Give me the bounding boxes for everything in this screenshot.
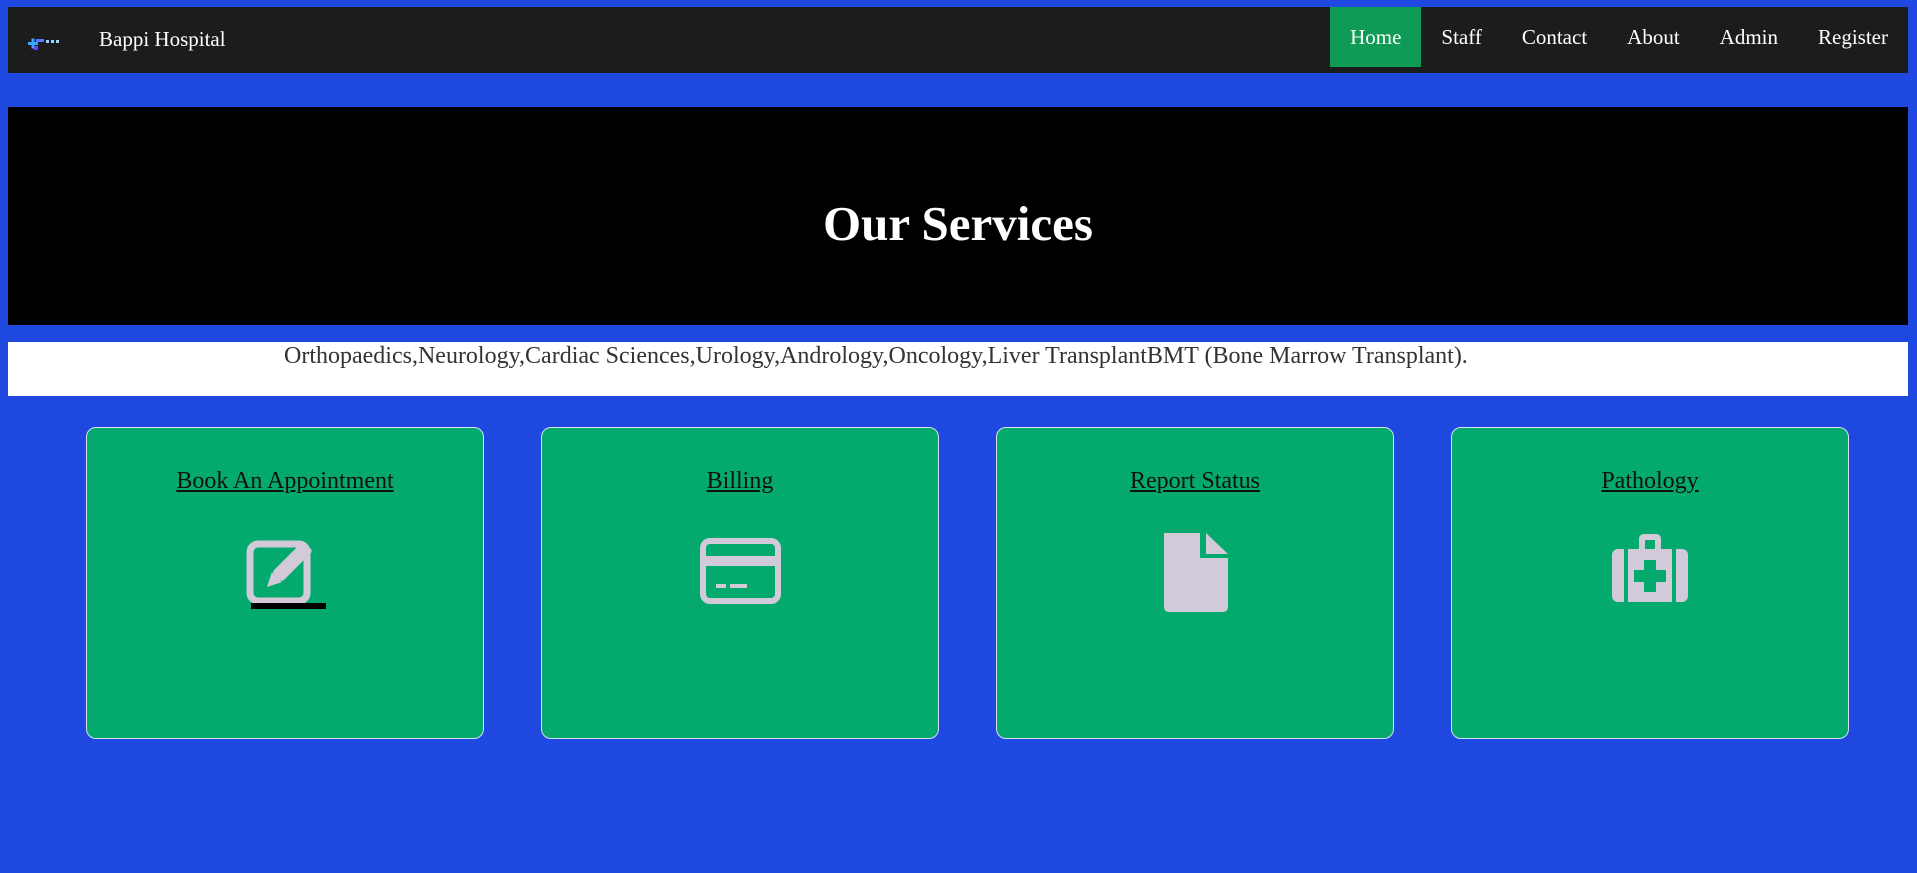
appointment-card[interactable]: Book An Appointment	[86, 427, 484, 739]
file-icon[interactable]	[1153, 529, 1237, 613]
nav-staff-link[interactable]: Staff	[1421, 7, 1501, 67]
navbar: Bappi Hospital Home Staff Contact About …	[8, 7, 1908, 73]
edit-icon[interactable]	[243, 529, 327, 613]
hero-banner: Our Services	[8, 107, 1908, 325]
billing-link[interactable]: Billing	[542, 467, 938, 495]
nav-admin-link[interactable]: Admin	[1700, 7, 1798, 67]
brand-name[interactable]: Bappi Hospital	[99, 27, 226, 51]
services-list-text: Orthopaedics,Neurology,Cardiac Sciences,…	[284, 343, 1468, 369]
billing-card[interactable]: Billing	[541, 427, 939, 739]
page-title: Our Services	[823, 196, 1093, 251]
services-strip: Orthopaedics,Neurology,Cardiac Sciences,…	[8, 342, 1908, 396]
report-status-link[interactable]: Report Status	[997, 467, 1393, 495]
main-navigation: Home Staff Contact About Admin Register	[1330, 7, 1908, 67]
nav-contact-link[interactable]: Contact	[1502, 7, 1607, 67]
medical-kit-icon[interactable]	[1608, 529, 1692, 613]
nav-about-link[interactable]: About	[1607, 7, 1700, 67]
pathology-card[interactable]: Pathology	[1451, 427, 1849, 739]
hospital-logo-icon[interactable]	[24, 31, 72, 53]
pathology-link[interactable]: Pathology	[1452, 467, 1848, 495]
appointment-link[interactable]: Book An Appointment	[87, 467, 483, 495]
report-status-card[interactable]: Report Status	[996, 427, 1394, 739]
credit-card-icon[interactable]	[698, 529, 782, 613]
nav-home-link[interactable]: Home	[1330, 7, 1422, 67]
nav-register-link[interactable]: Register	[1798, 7, 1908, 67]
